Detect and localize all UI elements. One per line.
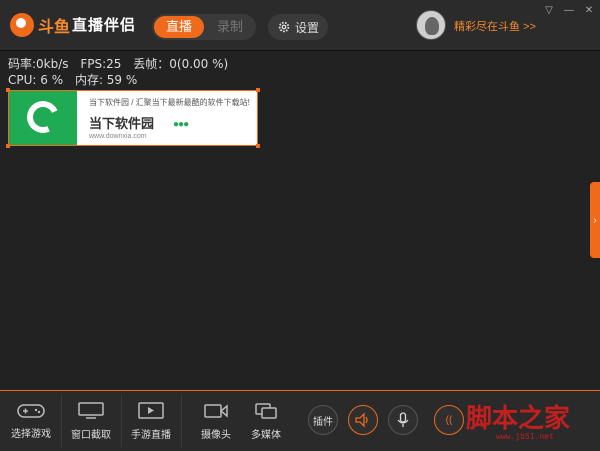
preview-title: 当下软件园 — [89, 116, 155, 131]
promo-link[interactable]: 精彩尽在斗鱼 >> — [454, 18, 536, 34]
record-mode-button[interactable]: 录制 — [206, 16, 254, 38]
monitor-icon — [78, 401, 104, 419]
live-mode-button[interactable]: 直播 — [154, 16, 204, 38]
memory-stat: 内存: 59 % — [74, 73, 138, 87]
tool-label: 手游直播 — [131, 429, 171, 441]
select-game-button[interactable]: 选择游戏 — [8, 391, 54, 451]
close-icon[interactable]: ✕ — [580, 4, 598, 18]
watermark-text: 脚本之家 — [466, 404, 571, 434]
avatar[interactable] — [416, 10, 446, 40]
resize-handle[interactable] — [256, 88, 260, 92]
side-panel-toggle[interactable]: › — [590, 182, 600, 258]
tool-label: 多媒体 — [251, 429, 281, 441]
preview-url: www.downxia.com — [89, 133, 147, 140]
window-capture-button[interactable]: 窗口截取 — [66, 391, 116, 451]
resize-handle[interactable] — [6, 88, 10, 92]
stream-stats: 码率:0kb/s FPS:25 丢帧：0(0.00 %) CPU: 6 % 内存… — [8, 56, 236, 88]
tool-label: 窗口截取 — [71, 429, 111, 441]
mobile-live-button[interactable]: 手游直播 — [126, 391, 176, 451]
plugin-label: 插件 — [313, 416, 333, 428]
play-icon — [138, 401, 164, 419]
settings-button[interactable]: 设置 — [268, 14, 328, 40]
speaker-icon — [355, 413, 368, 427]
bitrate-stat: 码率:0kb/s — [8, 57, 69, 71]
microphone-icon — [397, 412, 409, 427]
media-icon — [255, 402, 277, 419]
camera-icon — [204, 403, 228, 418]
tool-label: 摄像头 — [201, 429, 231, 441]
broadcast-icon: (( — [445, 414, 453, 426]
tool-label: 选择游戏 — [11, 428, 51, 440]
settings-label: 设置 — [294, 20, 319, 35]
preview-source[interactable]: 当下软件园 / 汇聚当下最新最酷的软件下载站! 当下软件园 ●●● www.do… — [6, 88, 260, 148]
minimize-icon[interactable]: — — [560, 4, 578, 18]
fish-logo-icon — [10, 13, 34, 37]
app-title: 直播伴侣 — [72, 17, 137, 34]
speaker-button[interactable] — [348, 405, 378, 435]
plugin-button[interactable]: 插件 — [308, 405, 338, 435]
start-live-button[interactable]: (( — [434, 405, 464, 435]
cpu-stat: CPU: 6 % — [8, 73, 64, 87]
watermark-url: www.jb51.net — [496, 432, 554, 441]
main-window: 斗鱼 直播伴侣 直播 录制 设置 精彩尽在斗鱼 >> ▽ — ✕ 码率:0kb/… — [0, 0, 600, 451]
fps-stat: FPS:25 — [80, 57, 122, 71]
mode-switch[interactable]: 直播 录制 — [152, 14, 256, 40]
dropped-frames-stat: 丢帧：0(0.00 %) — [133, 57, 229, 71]
microphone-button[interactable] — [388, 405, 418, 435]
title-bar: 斗鱼 直播伴侣 直播 录制 设置 精彩尽在斗鱼 >> ▽ — ✕ — [0, 0, 600, 51]
resize-handle[interactable] — [6, 144, 10, 148]
gamepad-icon — [17, 403, 45, 418]
gear-icon — [278, 21, 290, 33]
downxia-logo-icon — [9, 91, 77, 145]
douyu-logo: 斗鱼 — [10, 11, 70, 39]
leaf-icon: ●●● — [173, 119, 189, 130]
chevron-right-icon: › — [593, 214, 597, 226]
resize-handle[interactable] — [256, 144, 260, 148]
logo-text: 斗鱼 — [38, 19, 71, 36]
preview-tagline: 当下软件园 / 汇聚当下最新最酷的软件下载站! — [89, 98, 250, 107]
camera-button[interactable]: 摄像头 — [194, 391, 238, 451]
dropdown-menu-icon[interactable]: ▽ — [540, 4, 558, 18]
multimedia-button[interactable]: 多媒体 — [244, 391, 288, 451]
